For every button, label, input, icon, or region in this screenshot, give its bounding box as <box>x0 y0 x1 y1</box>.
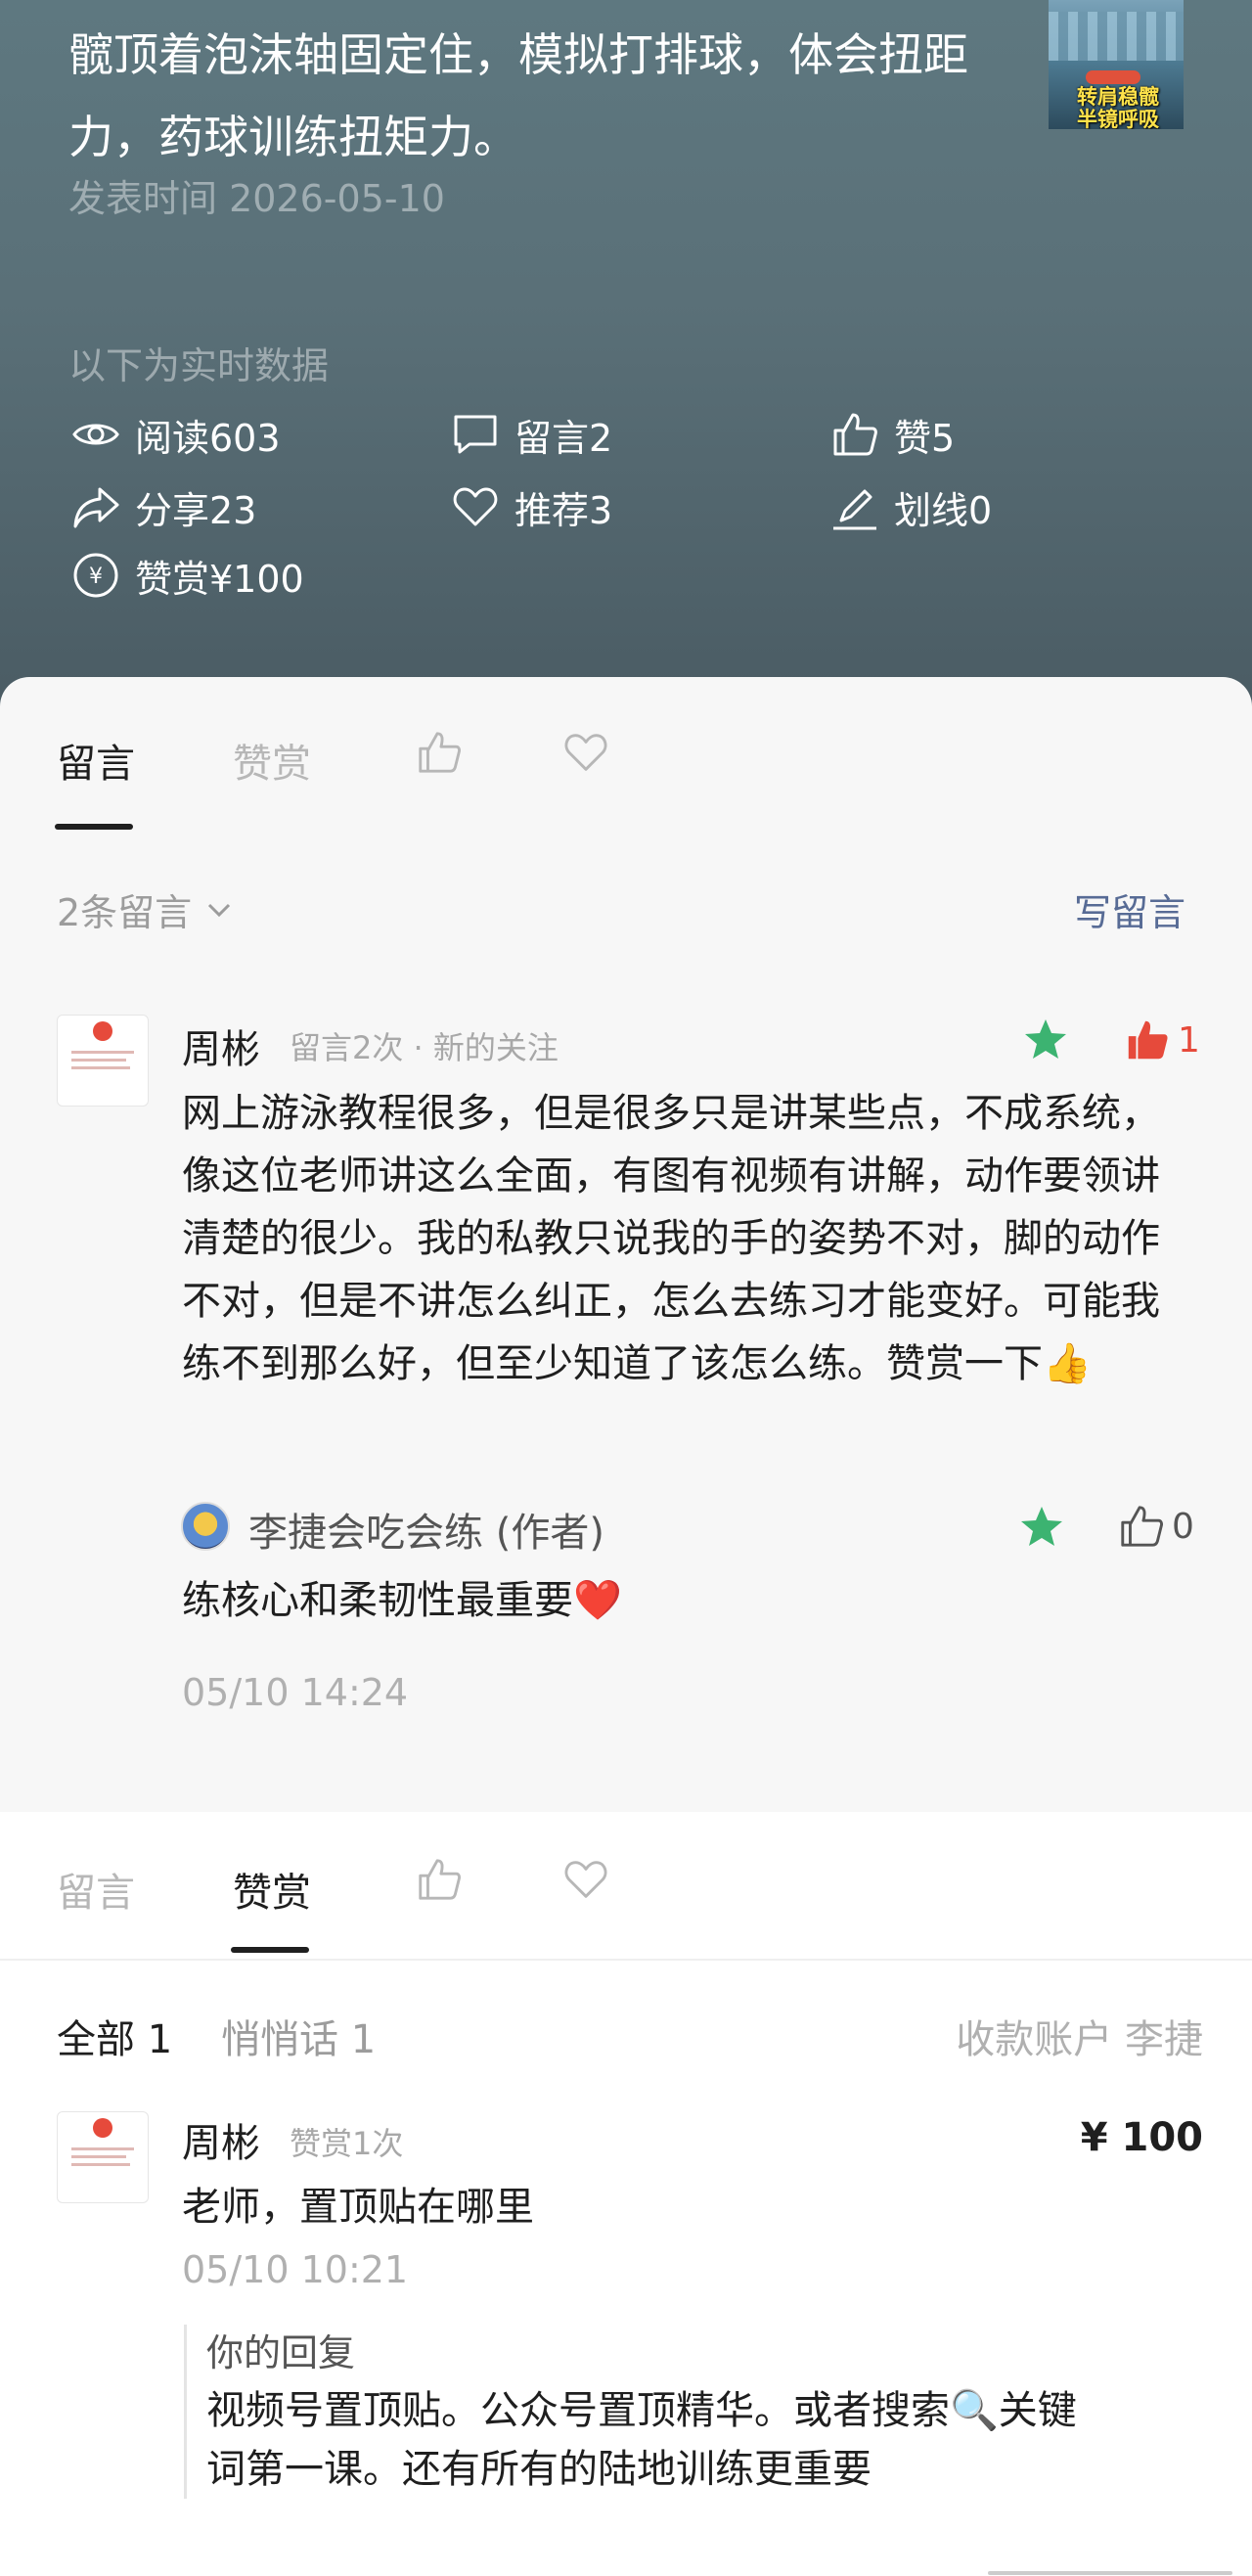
avatar-line <box>71 1051 134 1054</box>
stat-read-label: 阅读603 <box>135 416 281 460</box>
stat-shares-label: 分享23 <box>135 488 257 532</box>
share-icon <box>73 487 119 528</box>
thumbs-up-icon <box>1121 1506 1163 1547</box>
swimmer-graphic <box>1086 70 1140 84</box>
tab-comments[interactable]: 留言 <box>57 1861 135 1918</box>
my-reply-box: 你的回复 视频号置顶贴。公众号置顶精华。或者搜索🔍关键词第一课。还有所有的陆地训… <box>184 2325 1087 2499</box>
reply-like-button[interactable]: 0 <box>1117 1502 1194 1551</box>
chevron-down-icon <box>208 903 231 917</box>
stat-underline: 划线0 <box>829 477 992 536</box>
tab-divider <box>0 1959 1252 1961</box>
active-tab-indicator <box>231 1947 309 1953</box>
pen-icon <box>833 489 876 530</box>
article-stats-header: 髋顶着泡沫轴固定住，模拟打排球，体会扭距力，药球训练扭矩力。 转肩稳髋 半镜呼吸… <box>0 0 1252 744</box>
yen-coin-icon: ¥ <box>73 553 118 598</box>
avatar-line <box>71 1066 130 1069</box>
stat-recommend: 推荐3 <box>450 477 612 536</box>
comment-body: 网上游泳教程很多，但是很多只是讲某些点，不成系统，像这位老师讲这么全面，有图有视… <box>182 1091 1160 1386</box>
reward-amount: ¥ 100 <box>1080 2115 1203 2160</box>
thumbs-up-filled-icon <box>1128 1020 1168 1060</box>
tab-likes-thumbs-up-icon[interactable] <box>415 1855 464 1904</box>
thumbnail-caption: 转肩稳髋 半镜呼吸 <box>1056 85 1180 130</box>
comment-icon <box>454 415 497 454</box>
commenter-name[interactable]: 周彬 <box>182 1017 260 1074</box>
commenter-meta: 留言2次 · 新的关注 <box>290 1029 559 1066</box>
stat-tips-label: 赞赏¥100 <box>135 557 304 601</box>
filter-all[interactable]: 全部 1 <box>57 2008 172 2064</box>
tab-likes-thumbs-up-icon[interactable] <box>415 728 464 777</box>
payee-account: 收款账户 李捷 <box>956 2017 1203 2062</box>
eye-icon <box>72 424 119 445</box>
article-snippet: 髋顶着泡沫轴固定住，模拟打排球，体会扭距力，药球训练扭矩力。 <box>68 28 968 163</box>
reply-like-count: 0 <box>1172 1506 1194 1547</box>
avatar-line <box>71 2163 130 2166</box>
tab-bar: 留言 赞赏 <box>0 677 1252 830</box>
tab-rewards[interactable]: 赞赏 <box>233 1861 311 1918</box>
stat-comments: 留言2 <box>450 405 612 464</box>
my-reply-title: 你的回复 <box>206 2331 356 2374</box>
stat-comments-label: 留言2 <box>514 416 613 460</box>
stat-shares: 分享23 <box>70 477 256 536</box>
avatar-line <box>71 2155 126 2158</box>
tab-comments[interactable]: 留言 <box>57 732 135 789</box>
rewards-card: 留言 赞赏 全部 1 悄悄话 1 收款账户 李捷 周彬 赞赏1次 ¥ 100 老… <box>0 1812 1252 2576</box>
reward-message: 老师，置顶贴在哪里 <box>182 2185 534 2230</box>
stat-recommend-label: 推荐3 <box>514 488 613 532</box>
stat-read: 阅读603 <box>70 405 281 464</box>
reward-time: 05/10 10:21 <box>182 2248 409 2291</box>
avatar-badge <box>93 1021 112 1041</box>
publish-time: 发表时间 2026-05-10 <box>68 177 445 220</box>
article-thumbnail[interactable]: 转肩稳髋 半镜呼吸 <box>1049 0 1184 129</box>
home-indicator[interactable] <box>988 2571 1232 2575</box>
comment-count-dropdown[interactable]: 2条留言 <box>57 882 237 936</box>
comment-like-button[interactable]: 1 <box>1123 1016 1200 1064</box>
filter-whisper[interactable]: 悄悄话 1 <box>221 2008 376 2064</box>
svg-text:¥: ¥ <box>89 565 103 589</box>
comments-card: 留言 赞赏 2条留言 写留言 周彬 留言2次 · 新的关注 1 网上游泳教程很多… <box>0 677 1252 1812</box>
active-tab-indicator <box>55 824 133 830</box>
star-featured-icon[interactable] <box>1017 1503 1066 1552</box>
stat-likes: 赞5 <box>829 405 955 464</box>
avatar-line <box>71 1059 126 1062</box>
rewarder-name[interactable]: 周彬 <box>182 2111 260 2168</box>
author-reply-name[interactable]: 李捷会吃会练 (作者) <box>248 1501 604 1558</box>
realtime-data-label: 以下为实时数据 <box>68 344 330 387</box>
pool-lanes-graphic <box>1049 12 1184 61</box>
comment-count-label: 2条留言 <box>57 891 193 934</box>
tab-rewards[interactable]: 赞赏 <box>233 732 311 789</box>
avatar-line <box>71 2147 134 2150</box>
stat-tips: ¥ 赞赏¥100 <box>70 546 304 605</box>
tab-recommend-heart-icon[interactable] <box>561 728 610 777</box>
rewarder-avatar[interactable] <box>57 2111 149 2203</box>
my-reply-body: 视频号置顶贴。公众号置顶精华。或者搜索🔍关键词第一课。还有所有的陆地训练更重要 <box>206 2388 1077 2492</box>
avatar-badge <box>93 2118 112 2138</box>
comment-like-count: 1 <box>1178 1019 1200 1061</box>
thumbnail-caption-line-2: 半镜呼吸 <box>1077 108 1159 130</box>
write-comment-button[interactable]: 写留言 <box>1074 882 1185 936</box>
stat-likes-label: 赞5 <box>894 416 956 460</box>
thumbs-up-icon <box>833 413 877 456</box>
star-featured-icon[interactable] <box>1021 1016 1070 1064</box>
tab-recommend-heart-icon[interactable] <box>561 1855 610 1904</box>
author-avatar[interactable] <box>181 1502 230 1551</box>
commenter-avatar[interactable] <box>57 1015 149 1107</box>
author-reply-body: 练核心和柔韧性最重要❤️ <box>182 1578 622 1623</box>
heart-icon <box>453 487 498 526</box>
comment-time: 05/10 14:24 <box>182 1671 409 1714</box>
rewarder-meta: 赞赏1次 <box>290 2125 404 2162</box>
thumbnail-caption-line-1: 转肩稳髋 <box>1077 85 1159 109</box>
stat-underline-label: 划线0 <box>894 488 993 532</box>
